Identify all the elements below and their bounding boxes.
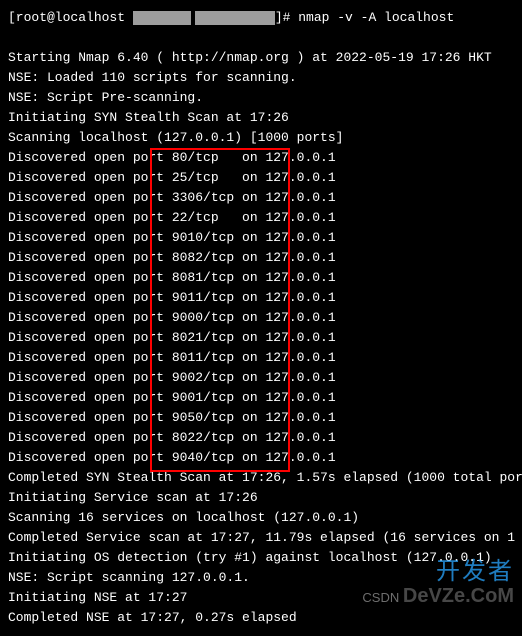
output-line: Completed Service scan at 17:27, 11.79s …	[8, 528, 498, 548]
discovered-port-line: Discovered open port 8011/tcp on 127.0.0…	[8, 348, 498, 368]
output-line: Initiating NSE at 17:27	[8, 588, 498, 608]
nmap-start-line: Starting Nmap 6.40 ( http://nmap.org ) a…	[8, 48, 498, 68]
output-line: NSE: Script scanning 127.0.0.1.	[8, 568, 498, 588]
discovered-port-line: Discovered open port 22/tcp on 127.0.0.1	[8, 208, 498, 228]
discovered-port-line: Discovered open port 9011/tcp on 127.0.0…	[8, 288, 498, 308]
discovered-port-line: Discovered open port 8021/tcp on 127.0.0…	[8, 328, 498, 348]
discovered-port-line: Discovered open port 8082/tcp on 127.0.0…	[8, 248, 498, 268]
shell-prompt: [root@localhost ]# nmap -v -A localhost	[8, 8, 498, 28]
discovered-port-line: Discovered open port 9050/tcp on 127.0.0…	[8, 408, 498, 428]
discovered-port-line: Discovered open port 9010/tcp on 127.0.0…	[8, 228, 498, 248]
redacted-segment	[133, 11, 191, 25]
output-line: Initiating SYN Stealth Scan at 17:26	[8, 108, 498, 128]
discovered-port-line: Discovered open port 25/tcp on 127.0.0.1	[8, 168, 498, 188]
output-line: Completed SYN Stealth Scan at 17:26, 1.5…	[8, 468, 498, 488]
output-line: Scanning localhost (127.0.0.1) [1000 por…	[8, 128, 498, 148]
output-line: NSE: Loaded 110 scripts for scanning.	[8, 68, 498, 88]
terminal-output: [root@localhost ]# nmap -v -A localhost …	[8, 8, 498, 628]
output-line: Completed NSE at 17:27, 0.27s elapsed	[8, 608, 498, 628]
output-line: Initiating Service scan at 17:26	[8, 488, 498, 508]
discovered-port-line: Discovered open port 9000/tcp on 127.0.0…	[8, 308, 498, 328]
discovered-port-line: Discovered open port 9001/tcp on 127.0.0…	[8, 388, 498, 408]
discovered-port-line: Discovered open port 8022/tcp on 127.0.0…	[8, 428, 498, 448]
command-text: nmap -v -A localhost	[298, 10, 454, 25]
discovered-port-line: Discovered open port 3306/tcp on 127.0.0…	[8, 188, 498, 208]
output-line: Initiating OS detection (try #1) against…	[8, 548, 498, 568]
discovered-port-line: Discovered open port 80/tcp on 127.0.0.1	[8, 148, 498, 168]
discovered-port-line: Discovered open port 9002/tcp on 127.0.0…	[8, 368, 498, 388]
discovered-port-line: Discovered open port 9040/tcp on 127.0.0…	[8, 448, 498, 468]
output-line: Scanning 16 services on localhost (127.0…	[8, 508, 498, 528]
output-line: NSE: Script Pre-scanning.	[8, 88, 498, 108]
output-line	[8, 28, 498, 48]
discovered-port-line: Discovered open port 8081/tcp on 127.0.0…	[8, 268, 498, 288]
redacted-segment	[195, 11, 275, 25]
